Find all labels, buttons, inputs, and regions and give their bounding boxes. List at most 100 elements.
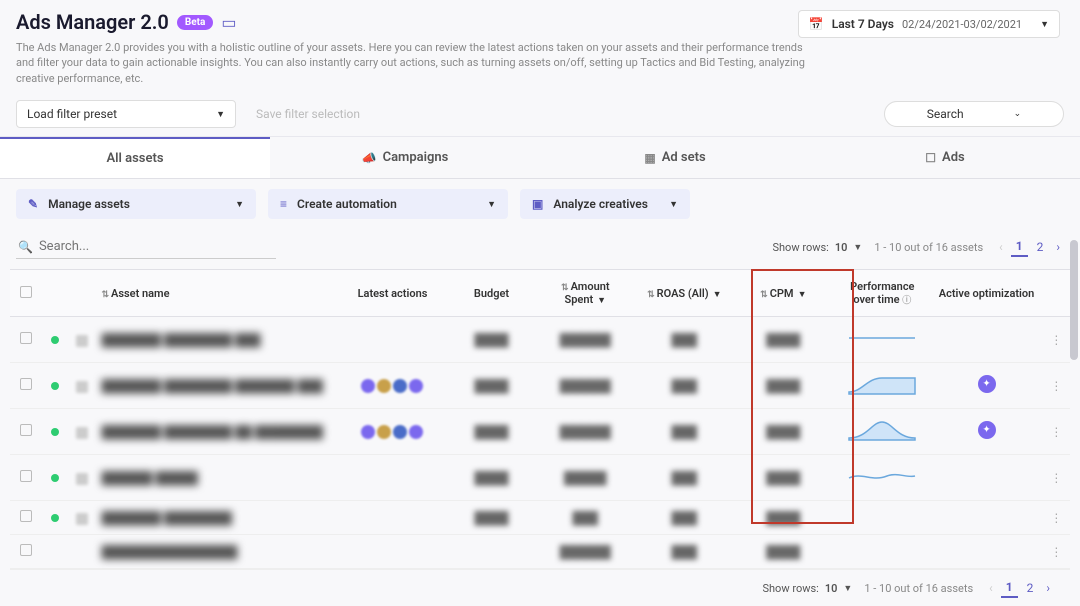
table-row: ███████ ████████ ██ ████████ ████ ██████…: [10, 409, 1070, 455]
asset-type-icon: [76, 513, 88, 525]
status-dot: [51, 514, 59, 522]
latest-actions-cell: [335, 535, 450, 569]
latest-actions-cell: [335, 501, 450, 535]
latest-actions-cell: [335, 455, 450, 501]
chevron-down-icon: ▼: [669, 199, 678, 210]
search-input[interactable]: [39, 239, 274, 254]
scrollbar[interactable]: [1070, 240, 1078, 360]
search-icon: 🔍: [18, 240, 33, 254]
tab-ads[interactable]: ☐ Ads: [810, 137, 1080, 178]
pagination: ‹ 1 2 ›: [995, 237, 1064, 257]
asset-name[interactable]: ███████ ████████ ███: [101, 333, 260, 347]
col-roas[interactable]: ⇅ROAS (All)▼: [637, 270, 731, 317]
page-next[interactable]: ›: [1042, 579, 1054, 597]
col-active-optimization: Active optimization: [929, 270, 1044, 317]
asset-name[interactable]: ███████ ████████: [101, 511, 232, 525]
row-checkbox[interactable]: [20, 510, 32, 522]
budget-value: ████: [474, 333, 508, 347]
col-asset-name[interactable]: ⇅Asset name: [95, 270, 335, 317]
col-cpm[interactable]: ⇅CPM▼: [731, 270, 835, 317]
search-input-wrap[interactable]: 🔍: [16, 235, 276, 259]
create-automation-button[interactable]: ≡ Create automation ▼: [268, 189, 508, 219]
cpm-value: ████: [766, 333, 800, 347]
roas-value: ███: [672, 471, 698, 485]
calendar-icon: 📅: [809, 17, 824, 31]
table-row: ███████ ████████ ███ ████ ██████ ███ ███…: [10, 317, 1070, 363]
card-icon: ▭: [221, 13, 236, 32]
roas-value: ███: [672, 545, 698, 559]
date-range: 02/24/2021-03/02/2021: [902, 18, 1022, 31]
page-2[interactable]: 2: [1032, 238, 1049, 256]
page-1[interactable]: 1: [1001, 578, 1018, 598]
filter-preset-label: Load filter preset: [27, 107, 117, 121]
optimization-badge[interactable]: [978, 421, 996, 439]
amount-spent-value: ██████: [560, 425, 611, 439]
optimization-badge[interactable]: [978, 375, 996, 393]
budget-value: ████: [474, 511, 508, 525]
roas-value: ███: [672, 511, 698, 525]
table-row: ███████ ████████ ████ ███ ███ ████ ⋮: [10, 501, 1070, 535]
page-next[interactable]: ›: [1052, 238, 1064, 256]
cpm-value: ████: [766, 379, 800, 393]
tab-all-assets[interactable]: All assets: [0, 137, 270, 178]
row-more-menu[interactable]: ⋮: [1050, 471, 1063, 485]
row-more-menu[interactable]: ⋮: [1050, 425, 1063, 439]
latest-actions-cell: [335, 317, 450, 363]
asset-name[interactable]: ████████████████: [101, 545, 237, 559]
cpm-value: ████: [766, 511, 800, 525]
date-range-picker[interactable]: 📅 Last 7 Days 02/24/2021-03/02/2021 ▼: [798, 10, 1060, 38]
select-all-checkbox[interactable]: [20, 286, 32, 298]
amount-spent-value: █████: [564, 471, 607, 485]
latest-actions-cell: [335, 363, 450, 409]
roas-value: ███: [672, 425, 698, 439]
grid-icon: ▦: [644, 151, 655, 165]
col-performance: Performance over time ⓘ: [835, 270, 929, 317]
status-dot: [51, 428, 59, 436]
asset-name[interactable]: ███████ ████████ ███████ ███: [101, 379, 323, 393]
page-2[interactable]: 2: [1022, 579, 1039, 597]
table-row: ███████ ████████ ███████ ███ ████ ██████…: [10, 363, 1070, 409]
row-checkbox[interactable]: [20, 544, 32, 556]
status-dot: [51, 474, 59, 482]
filter-preset-dropdown[interactable]: Load filter preset ▼: [16, 100, 236, 128]
row-more-menu[interactable]: ⋮: [1050, 333, 1063, 347]
sparkline-cell: [835, 409, 929, 455]
show-rows-select-bottom[interactable]: Show rows: 10 ▼: [762, 582, 852, 595]
pagination-bottom: ‹ 1 2 ›: [985, 578, 1054, 598]
tab-campaigns[interactable]: 📣 Campaigns: [270, 137, 540, 178]
cpm-value: ████: [766, 471, 800, 485]
asset-type-icon: [76, 473, 88, 485]
row-more-menu[interactable]: ⋮: [1050, 545, 1063, 559]
row-more-menu[interactable]: ⋮: [1050, 511, 1063, 525]
col-latest-actions: Latest actions: [335, 270, 450, 317]
asset-type-icon: [76, 381, 88, 393]
sparkline-cell: [835, 455, 929, 501]
analyze-creatives-button[interactable]: ▣ Analyze creatives ▼: [520, 189, 690, 219]
sparkline-cell: [835, 501, 929, 535]
asset-type-icon: [76, 427, 88, 439]
asset-name[interactable]: ███████ ████████ ██ ████████: [101, 425, 323, 439]
amount-spent-value: ███: [573, 511, 599, 525]
budget-value: ████: [474, 471, 508, 485]
roas-value: ███: [672, 379, 698, 393]
row-checkbox[interactable]: [20, 424, 32, 436]
date-label: Last 7 Days: [832, 17, 894, 31]
search-dropdown[interactable]: Search ⌄: [884, 101, 1064, 127]
sliders-icon: ≡: [280, 197, 287, 211]
cpm-value: ████: [766, 545, 800, 559]
manage-assets-button[interactable]: ✎ Manage assets ▼: [16, 189, 256, 219]
row-checkbox[interactable]: [20, 378, 32, 390]
budget-value: ████: [474, 425, 508, 439]
page-1[interactable]: 1: [1011, 237, 1028, 257]
amount-spent-value: ██████: [560, 333, 611, 347]
row-checkbox[interactable]: [20, 470, 32, 482]
row-more-menu[interactable]: ⋮: [1050, 379, 1063, 393]
show-rows-select[interactable]: Show rows: 10 ▼: [772, 241, 862, 254]
page-prev: ‹: [985, 579, 997, 597]
row-checkbox[interactable]: [20, 332, 32, 344]
status-dot: [51, 336, 59, 344]
col-amount-spent[interactable]: ⇅Amount Spent▼: [533, 270, 637, 317]
asset-name[interactable]: ██████ █████: [101, 471, 198, 485]
tab-ad-sets[interactable]: ▦ Ad sets: [540, 137, 810, 178]
pencil-icon: ✎: [28, 197, 38, 211]
